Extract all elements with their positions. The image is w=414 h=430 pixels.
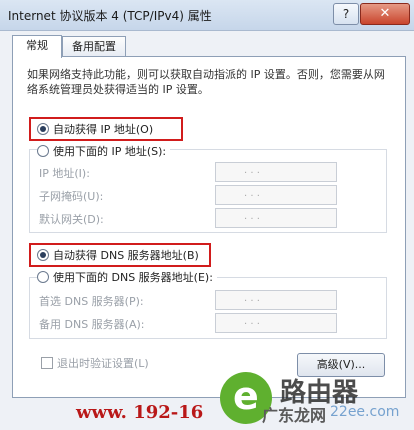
radio-dot-icon — [37, 123, 49, 135]
radio-auto-dns[interactable]: 自动获得 DNS 服务器地址(B) — [37, 247, 199, 263]
preferred-dns-field[interactable]: . . . — [215, 290, 337, 310]
radio-manual-dns-label: 使用下面的 DNS 服务器地址(E): — [53, 271, 213, 284]
subnet-mask-label: 子网掩码(U): — [39, 190, 104, 203]
radio-auto-ip-label: 自动获得 IP 地址(O) — [53, 123, 154, 136]
tab-alternate-config[interactable]: 备用配置 — [62, 36, 126, 57]
ip-dots: . . . — [244, 165, 260, 176]
preferred-dns-label: 首选 DNS 服务器(P): — [39, 295, 144, 308]
tab-general[interactable]: 常规 — [12, 35, 62, 58]
checkbox-box-icon — [41, 357, 53, 369]
watermark-url: www. 192-16 — [76, 402, 204, 423]
ipv4-properties-dialog: Internet 协议版本 4 (TCP/IPv4) 属性 ? ✕ 常规 备用配… — [0, 0, 414, 430]
watermark-brand-text: 广东龙网 — [262, 406, 327, 425]
help-button[interactable]: ? — [333, 3, 359, 25]
alternate-dns-dots: . . . — [244, 316, 260, 327]
subnet-dots: . . . — [244, 188, 260, 199]
description-text: 如果网络支持此功能，则可以获取自动指派的 IP 设置。否则，您需要从网络系统管理… — [27, 68, 385, 96]
preferred-dns-dots: . . . — [244, 293, 260, 304]
default-gateway-label: 默认网关(D): — [39, 213, 104, 226]
gateway-dots: . . . — [244, 211, 260, 222]
validate-on-exit-checkbox[interactable]: 退出时验证设置(L) — [41, 355, 149, 371]
close-button[interactable]: ✕ — [360, 3, 410, 25]
ip-address-field[interactable]: . . . — [215, 162, 337, 182]
radio-manual-ip[interactable]: 使用下面的 IP 地址(S): — [37, 143, 171, 159]
default-gateway-field[interactable]: . . . — [215, 208, 337, 228]
title-bar: Internet 协议版本 4 (TCP/IPv4) 属性 ? ✕ — [0, 0, 414, 31]
radio-auto-dns-label: 自动获得 DNS 服务器地址(B) — [53, 249, 199, 262]
alternate-dns-label: 备用 DNS 服务器(A): — [39, 318, 145, 331]
window-title: Internet 协议版本 4 (TCP/IPv4) 属性 — [8, 9, 212, 23]
general-panel: 如果网络支持此功能，则可以获取自动指派的 IP 设置。否则，您需要从网络系统管理… — [12, 56, 406, 398]
radio-manual-dns[interactable]: 使用下面的 DNS 服务器地址(E): — [37, 269, 217, 285]
subnet-mask-field[interactable]: . . . — [215, 185, 337, 205]
radio-auto-ip[interactable]: 自动获得 IP 地址(O) — [37, 121, 153, 137]
radio-dot-icon — [37, 249, 49, 261]
validate-on-exit-label: 退出时验证设置(L) — [57, 357, 149, 370]
radio-manual-ip-label: 使用下面的 IP 地址(S): — [53, 145, 167, 158]
watermark-domain: 22ee.com — [330, 404, 400, 420]
radio-dot-icon — [37, 145, 49, 157]
ip-address-label: IP 地址(I): — [39, 167, 90, 180]
alternate-dns-field[interactable]: . . . — [215, 313, 337, 333]
radio-dot-icon — [37, 271, 49, 283]
